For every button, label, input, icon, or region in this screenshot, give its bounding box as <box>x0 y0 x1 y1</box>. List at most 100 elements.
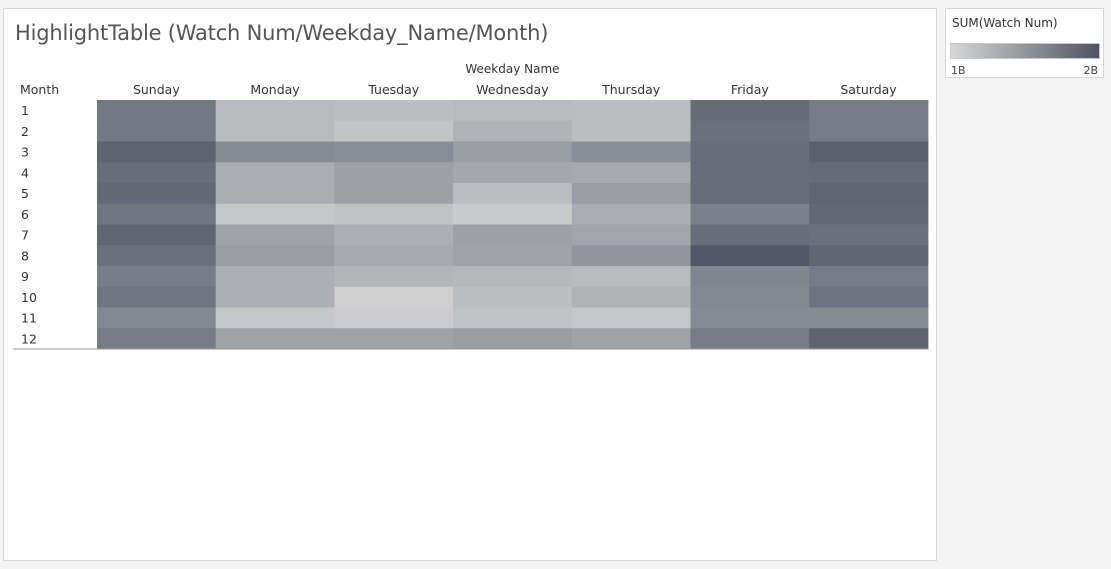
heatmap-cell <box>334 286 454 308</box>
heatmap-cell <box>453 203 573 225</box>
heatmap-cell <box>453 245 573 267</box>
heatmap-cell <box>453 141 573 163</box>
heatmap-cell <box>571 307 691 329</box>
heatmap-cell <box>453 307 573 329</box>
heatmap-cell <box>690 203 810 225</box>
heatmap-cell <box>334 120 454 142</box>
column-header-tuesday: Tuesday <box>367 82 419 97</box>
heatmap-cell <box>97 162 217 184</box>
heatmap-cell <box>571 141 691 163</box>
heatmap-cell <box>571 162 691 184</box>
heatmap-cell <box>334 141 454 163</box>
column-header-monday: Monday <box>250 82 300 97</box>
heatmap-cell <box>571 328 691 350</box>
heatmap-cell <box>809 224 929 246</box>
heatmap-cell <box>690 141 810 163</box>
heatmap-cell <box>215 286 335 308</box>
heatmap-cell <box>334 245 454 267</box>
legend-min-label: 1B <box>951 64 966 77</box>
heatmap-cell <box>215 307 335 329</box>
heatmap-cell <box>334 203 454 225</box>
heatmap-cell <box>690 162 810 184</box>
heatmap-cell <box>453 266 573 288</box>
heatmap-cell <box>809 100 929 122</box>
row-label-5: 5 <box>21 186 29 201</box>
legend-color-ramp <box>950 43 1100 59</box>
heatmap-cell <box>453 183 573 205</box>
heatmap-cell <box>809 245 929 267</box>
column-header-friday: Friday <box>731 82 769 97</box>
heatmap-cell <box>571 286 691 308</box>
heatmap-cell <box>334 307 454 329</box>
heatmap-cell <box>215 120 335 142</box>
heatmap-cell <box>97 328 217 350</box>
heatmap-cell <box>215 224 335 246</box>
heatmap-cell <box>809 203 929 225</box>
row-label-3: 3 <box>21 145 29 160</box>
color-legend: SUM(Watch Num) 1B 2B <box>945 8 1104 78</box>
heatmap-cell <box>215 183 335 205</box>
row-label-6: 6 <box>21 207 29 222</box>
row-label-12: 12 <box>21 331 37 346</box>
heatmap-cell <box>97 245 217 267</box>
heatmap-cell <box>97 286 217 308</box>
heatmap-cell <box>215 100 335 122</box>
heatmap-cell <box>690 245 810 267</box>
heatmap-cell <box>690 120 810 142</box>
heatmap-cell <box>215 266 335 288</box>
heatmap-cell <box>334 224 454 246</box>
heatmap-cell <box>334 183 454 205</box>
row-label-9: 9 <box>21 269 29 284</box>
heatmap-cell <box>809 266 929 288</box>
heatmap-cell <box>97 120 217 142</box>
heatmap-cell <box>97 141 217 163</box>
column-header-wednesday: Wednesday <box>476 82 549 97</box>
heatmap-cell <box>453 224 573 246</box>
row-label-4: 4 <box>21 165 29 180</box>
heatmap-cell <box>453 120 573 142</box>
heatmap-cell <box>690 286 810 308</box>
row-label-7: 7 <box>21 228 29 243</box>
heatmap-cell <box>690 307 810 329</box>
heatmap-cell <box>690 224 810 246</box>
heatmap-cell <box>690 183 810 205</box>
heatmap-cell <box>809 286 929 308</box>
row-label-1: 1 <box>21 103 29 118</box>
heatmap-cell <box>690 100 810 122</box>
heatmap-cell <box>809 183 929 205</box>
heatmap-cell <box>97 183 217 205</box>
heatmap-cell <box>453 286 573 308</box>
heatmap-cell <box>809 141 929 163</box>
heatmap-cell <box>453 328 573 350</box>
legend-max-label: 2B <box>1083 64 1098 77</box>
heatmap-cell <box>97 224 217 246</box>
heatmap-cell <box>571 203 691 225</box>
column-header-thursday: Thursday <box>601 82 661 97</box>
heatmap-cell <box>690 328 810 350</box>
heatmap-cell <box>571 224 691 246</box>
legend-title: SUM(Watch Num) <box>952 16 1058 30</box>
heatmap-cell <box>809 328 929 350</box>
column-header-saturday: Saturday <box>840 82 897 97</box>
heatmap-cell <box>215 328 335 350</box>
column-header-sunday: Sunday <box>133 82 180 97</box>
heatmap-cell <box>97 307 217 329</box>
heatmap-cell <box>97 266 217 288</box>
row-label-2: 2 <box>21 124 29 139</box>
heatmap-cell <box>809 120 929 142</box>
heatmap-cell <box>809 162 929 184</box>
row-header-label: Month <box>20 82 59 97</box>
heatmap-cell <box>571 183 691 205</box>
heatmap-cell <box>97 100 217 122</box>
heatmap-cell <box>571 266 691 288</box>
heatmap-cell <box>215 203 335 225</box>
row-label-11: 11 <box>21 311 37 326</box>
heatmap-cell <box>809 307 929 329</box>
column-group-label: Weekday Name <box>465 62 559 76</box>
heatmap-cell <box>334 162 454 184</box>
highlight-table: Weekday Name Month Sunday Monday Tuesday Wedn… <box>13 62 929 350</box>
heatmap-cell <box>690 266 810 288</box>
heatmap-cell <box>334 100 454 122</box>
heatmap-cell <box>334 328 454 350</box>
heatmap-cell <box>215 162 335 184</box>
